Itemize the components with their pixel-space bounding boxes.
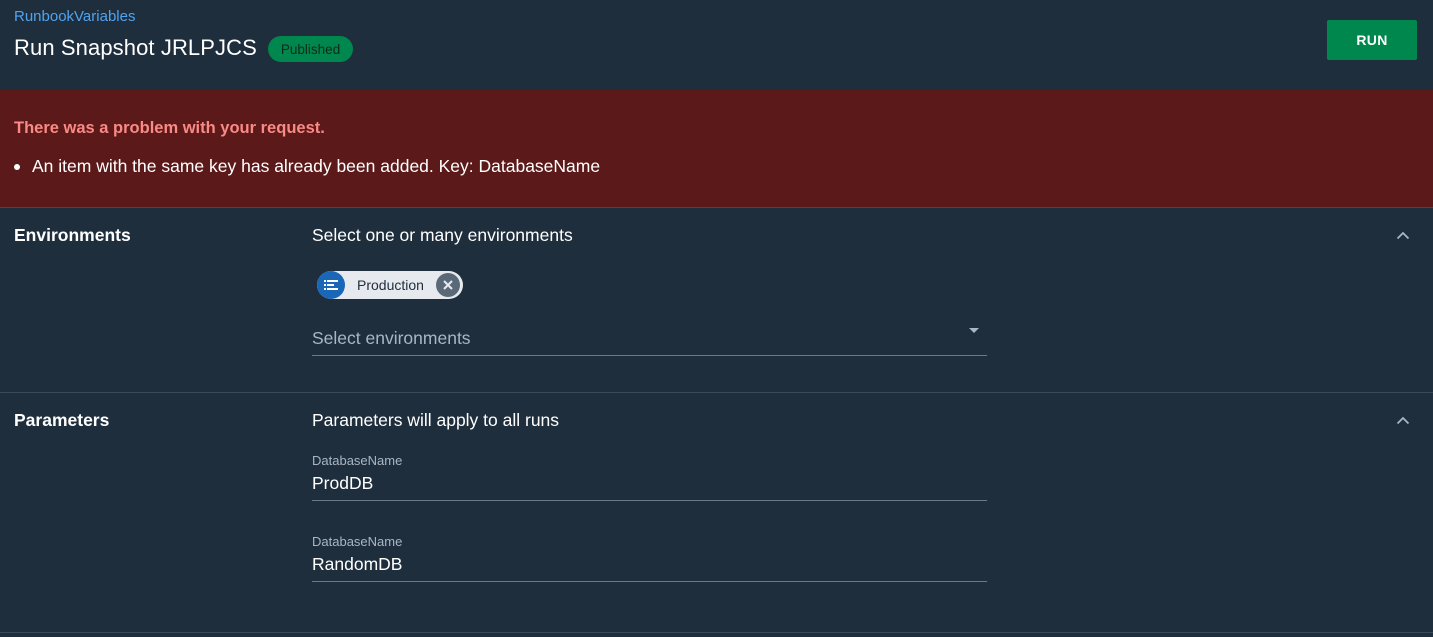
environment-select[interactable]: Select environments xyxy=(312,320,987,356)
parameters-label: Parameters xyxy=(14,410,110,430)
error-item: An item with the same key has already be… xyxy=(14,156,600,177)
parameters-help: Parameters will apply to all runs xyxy=(312,410,560,430)
environment-chip-label: Production xyxy=(357,277,424,293)
error-message: An item with the same key has already be… xyxy=(32,156,601,176)
error-list: An item with the same key has already be… xyxy=(14,156,600,177)
collapse-environments-button[interactable] xyxy=(1392,224,1414,246)
parameter-field: DatabaseName xyxy=(312,532,987,582)
parameter-input[interactable] xyxy=(312,554,987,575)
parameter-field: DatabaseName xyxy=(312,451,987,501)
bullet-icon xyxy=(14,163,20,170)
environments-section: Environments Select one or many environm… xyxy=(0,207,1433,393)
parameter-field-label: DatabaseName xyxy=(312,534,403,549)
environment-chip: Production xyxy=(317,271,463,299)
parameters-section: Parameters Parameters will apply to all … xyxy=(0,392,1433,633)
parameter-field-label: DatabaseName xyxy=(312,453,403,468)
environment-icon xyxy=(317,271,345,299)
environment-select-placeholder: Select environments xyxy=(312,328,471,348)
close-icon xyxy=(443,280,453,290)
parameter-input[interactable] xyxy=(312,473,987,494)
title-row: Run Snapshot JRLPJCS Published xyxy=(14,34,354,62)
environments-label: Environments xyxy=(14,225,131,245)
remove-chip-button[interactable] xyxy=(435,273,460,297)
collapse-parameters-button[interactable] xyxy=(1392,409,1414,431)
status-badge: Published xyxy=(267,36,354,62)
error-title: There was a problem with your request. xyxy=(14,119,325,137)
page-title: Run Snapshot JRLPJCS xyxy=(14,35,257,60)
run-button[interactable]: RUN xyxy=(1327,20,1417,60)
page-header: RunbookVariables Run Snapshot JRLPJCS Pu… xyxy=(0,0,1433,90)
chevron-up-icon xyxy=(1396,231,1410,239)
environments-help: Select one or many environments xyxy=(312,225,573,245)
breadcrumb-link[interactable]: RunbookVariables xyxy=(14,8,135,25)
error-banner: There was a problem with your request. A… xyxy=(0,90,1433,207)
chevron-up-icon xyxy=(1396,416,1410,424)
dropdown-arrow-icon xyxy=(969,328,979,333)
